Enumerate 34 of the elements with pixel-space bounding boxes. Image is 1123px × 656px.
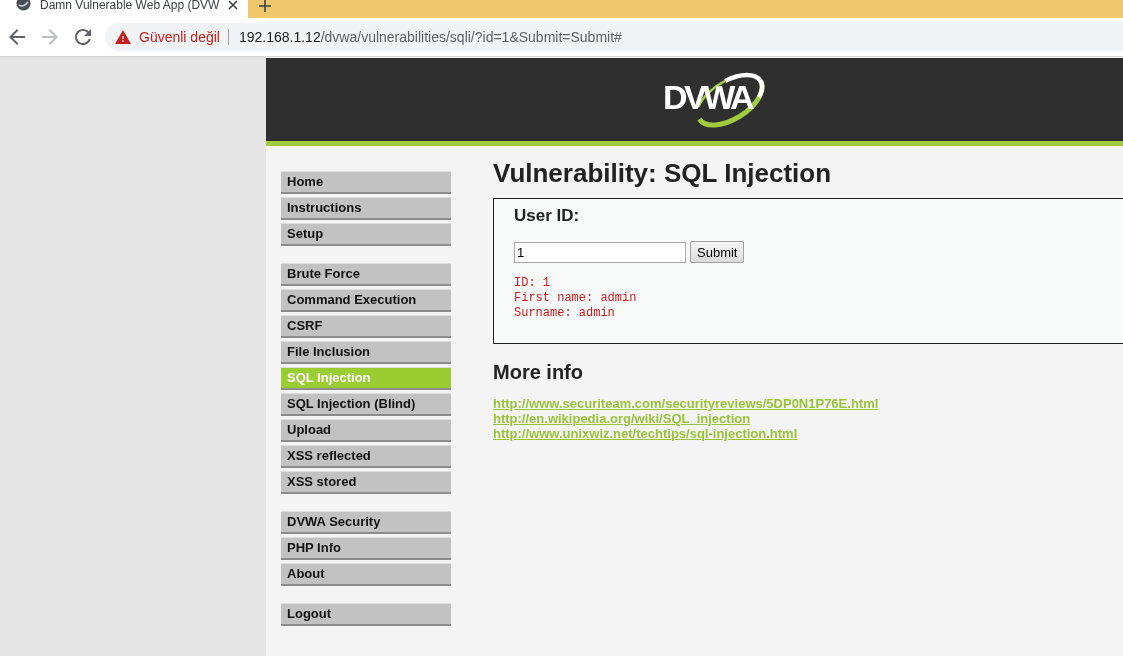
page-title: Vulnerability: SQL Injection [493, 158, 833, 188]
section-title: More info [493, 360, 584, 384]
menu-item[interactable]: File Inclusion [281, 341, 451, 364]
address-bar[interactable]: Güvenli değil 192.168.1.12/dvwa/vulnerabilities/sqli/?id=1&Submit=Submit# [105, 23, 1123, 51]
browser-tab[interactable]: Damn Vulnerable Web App (DVW [0, 0, 248, 18]
menu-item[interactable]: Home [281, 171, 451, 194]
menu-item[interactable]: PHP Info [281, 537, 451, 560]
menu-item[interactable]: DVWA Security [281, 511, 451, 534]
favicon-icon [16, 0, 31, 11]
result-line: Surname: admin [514, 306, 615, 321]
plus-icon[interactable] [259, 0, 271, 12]
result-line: First name: admin [514, 291, 637, 306]
menu-item[interactable]: Setup [281, 223, 451, 246]
result-line: ID: 1 [514, 276, 550, 291]
close-icon[interactable] [228, 0, 239, 10]
menu-item[interactable]: XSS reflected [281, 445, 451, 468]
security-indicator[interactable]: Güvenli değil [115, 29, 229, 45]
field-label: User ID: [514, 206, 580, 226]
menu-item[interactable]: Logout [281, 603, 451, 626]
url-text[interactable]: 192.168.1.12/dvwa/vulnerabilities/sqli/?id=1&Submit=Submit# [228, 29, 622, 45]
security-label: Güvenli değil [139, 29, 220, 45]
menu-item[interactable]: Upload [281, 419, 451, 442]
reload-icon[interactable] [75, 29, 91, 45]
input-field[interactable]: 1 [514, 241, 686, 263]
menu-item[interactable]: SQL Injection (Blind) [281, 393, 451, 416]
menu-item[interactable]: CSRF [281, 315, 451, 338]
menu-item[interactable]: Command Execution [281, 289, 451, 312]
back-arrow-icon[interactable] [9, 29, 25, 45]
menu-item[interactable]: About [281, 563, 451, 586]
menu-item[interactable]: Brute Force [281, 263, 451, 286]
menu-item[interactable]: Instructions [281, 197, 451, 220]
menu-item[interactable]: XSS stored [281, 471, 451, 494]
submit-button[interactable]: Submit [690, 241, 745, 263]
warning-icon [115, 30, 131, 44]
